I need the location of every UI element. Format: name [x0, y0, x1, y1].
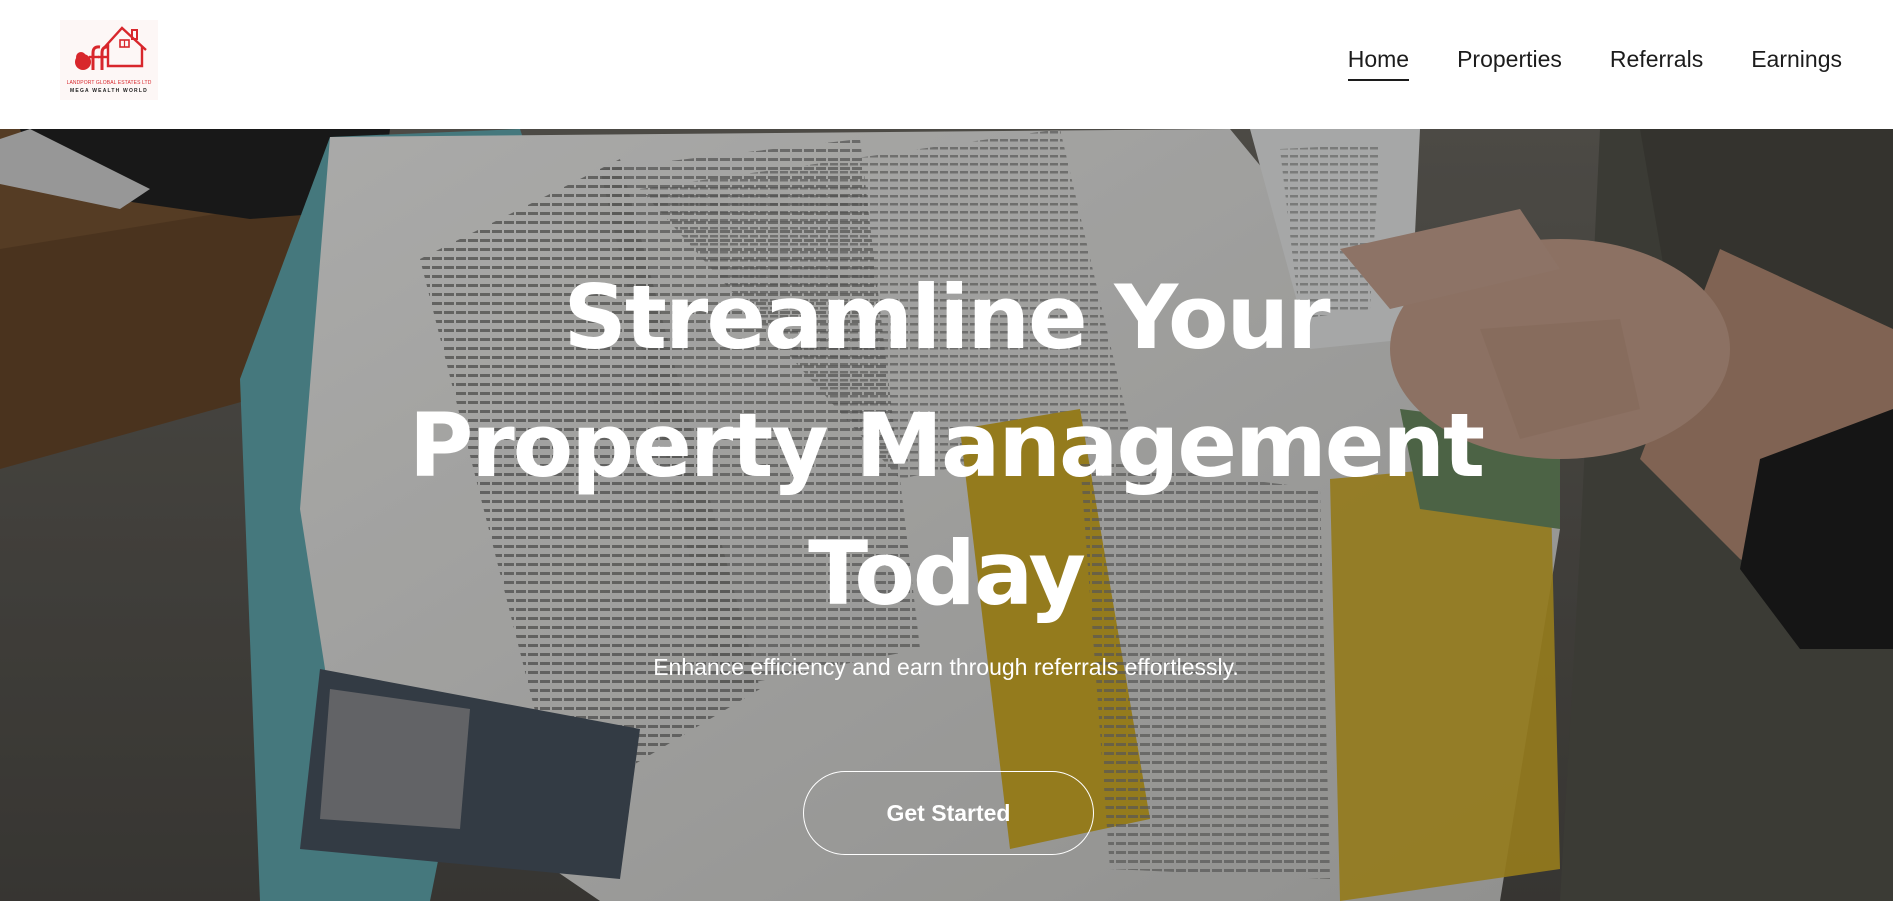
hero-title-line-2: Property Management	[408, 394, 1485, 497]
company-tagline: MEGA WEALTH WORLD	[70, 88, 148, 94]
company-name: LANDPORT GLOBAL ESTATES LTD	[66, 80, 152, 86]
nav-item-home[interactable]: Home	[1347, 46, 1410, 81]
hero-title-line-3: Today	[808, 522, 1086, 625]
hero-subtitle: Enhance efficiency and earn through refe…	[653, 654, 1239, 680]
site-header: LANDPORT GLOBAL ESTATES LTD MEGA WEALTH …	[0, 0, 1893, 129]
nav-item-referrals[interactable]: Referrals	[1610, 46, 1703, 81]
get-started-button[interactable]: Get Started	[803, 771, 1094, 855]
nav-item-properties[interactable]: Properties	[1457, 46, 1562, 81]
hero-section: Streamline Your Property Management Toda…	[0, 129, 1893, 901]
hero-title-line-1: Streamline Your	[563, 266, 1330, 369]
main-nav: Home Properties Referrals Earnings	[1347, 46, 1842, 81]
hero-title: Streamline Your Property Management Toda…	[346, 254, 1546, 638]
company-logo[interactable]: LANDPORT GLOBAL ESTATES LTD MEGA WEALTH …	[60, 20, 158, 100]
nav-item-earnings[interactable]: Earnings	[1751, 46, 1842, 81]
